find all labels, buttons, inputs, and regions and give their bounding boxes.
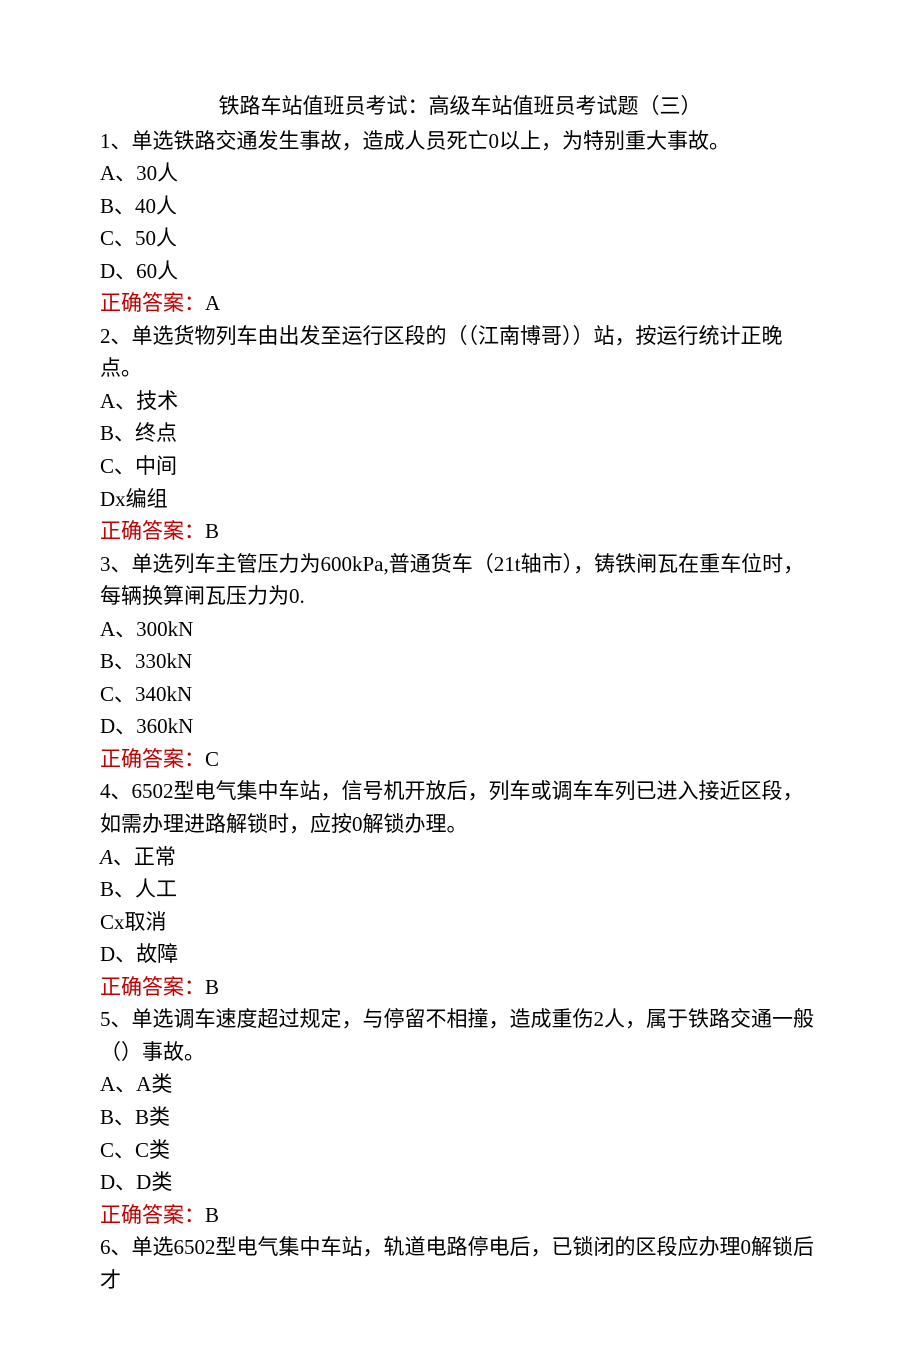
answer-label: 正确答案：: [100, 1203, 205, 1227]
answer-value: C: [205, 747, 219, 771]
option-b: B、终点: [100, 417, 820, 450]
answer: 正确答案：C: [100, 743, 820, 776]
answer: 正确答案：A: [100, 287, 820, 320]
option-b: B、330kN: [100, 645, 820, 678]
option-a: A、正常: [100, 841, 820, 874]
document-title: 铁路车站值班员考试：高级车站值班员考试题（三）: [100, 90, 820, 123]
answer-label: 正确答案：: [100, 975, 205, 999]
answer-label: 正确答案：: [100, 291, 205, 315]
answer-value: B: [205, 1203, 219, 1227]
answer: 正确答案：B: [100, 1199, 820, 1232]
option-c: Cx取消: [100, 906, 820, 939]
option-a: A、30人: [100, 157, 820, 190]
answer-value: B: [205, 519, 219, 543]
option-c: C、中间: [100, 450, 820, 483]
answer: 正确答案：B: [100, 515, 820, 548]
option-d: D、D类: [100, 1166, 820, 1199]
option-c: C、340kN: [100, 678, 820, 711]
question-5: 5、单选调车速度超过规定，与停留不相撞，造成重伤2人，属于铁路交通一般（）事故。…: [100, 1003, 820, 1231]
option-c: C、C类: [100, 1134, 820, 1167]
option-d: D、故障: [100, 938, 820, 971]
question-text: 5、单选调车速度超过规定，与停留不相撞，造成重伤2人，属于铁路交通一般（）事故。: [100, 1003, 820, 1068]
option-b: B、B类: [100, 1101, 820, 1134]
option-b: B、40人: [100, 190, 820, 223]
question-6: 6、单选6502型电气集中车站，轨道电路停电后，已锁闭的区段应办理0解锁后才: [100, 1231, 820, 1296]
answer-value: B: [205, 975, 219, 999]
option-a-rest: 、正常: [113, 845, 176, 869]
option-a: A、300kN: [100, 613, 820, 646]
answer-label: 正确答案：: [100, 747, 205, 771]
option-b: B、人工: [100, 873, 820, 906]
option-d: D、360kN: [100, 710, 820, 743]
question-3: 3、单选列车主管压力为600kPa,普通货车（21t轴市），铸铁闸瓦在重车位时，…: [100, 548, 820, 776]
answer-value: A: [205, 291, 220, 315]
question-text: 4、6502型电气集中车站，信号机开放后，列车或调车车列已进入接近区段，如需办理…: [100, 775, 820, 840]
option-d: Dx编组: [100, 483, 820, 516]
question-text: 6、单选6502型电气集中车站，轨道电路停电后，已锁闭的区段应办理0解锁后才: [100, 1231, 820, 1296]
question-text: 3、单选列车主管压力为600kPa,普通货车（21t轴市），铸铁闸瓦在重车位时，…: [100, 548, 820, 613]
question-1: 1、单选铁路交通发生事故，造成人员死亡0以上，为特别重大事故。 A、30人 B、…: [100, 125, 820, 320]
answer-label: 正确答案：: [100, 519, 205, 543]
option-d: D、60人: [100, 255, 820, 288]
option-a: A、A类: [100, 1068, 820, 1101]
option-a: A、技术: [100, 385, 820, 418]
question-4: 4、6502型电气集中车站，信号机开放后，列车或调车车列已进入接近区段，如需办理…: [100, 775, 820, 1003]
question-text: 1、单选铁路交通发生事故，造成人员死亡0以上，为特别重大事故。: [100, 125, 820, 158]
option-a-prefix: A: [100, 845, 113, 869]
option-c: C、50人: [100, 222, 820, 255]
question-2: 2、单选货物列车由出发至运行区段的（（江南博哥））站，按运行统计正晚点。 A、技…: [100, 320, 820, 548]
question-text: 2、单选货物列车由出发至运行区段的（（江南博哥））站，按运行统计正晚点。: [100, 320, 820, 385]
answer: 正确答案：B: [100, 971, 820, 1004]
